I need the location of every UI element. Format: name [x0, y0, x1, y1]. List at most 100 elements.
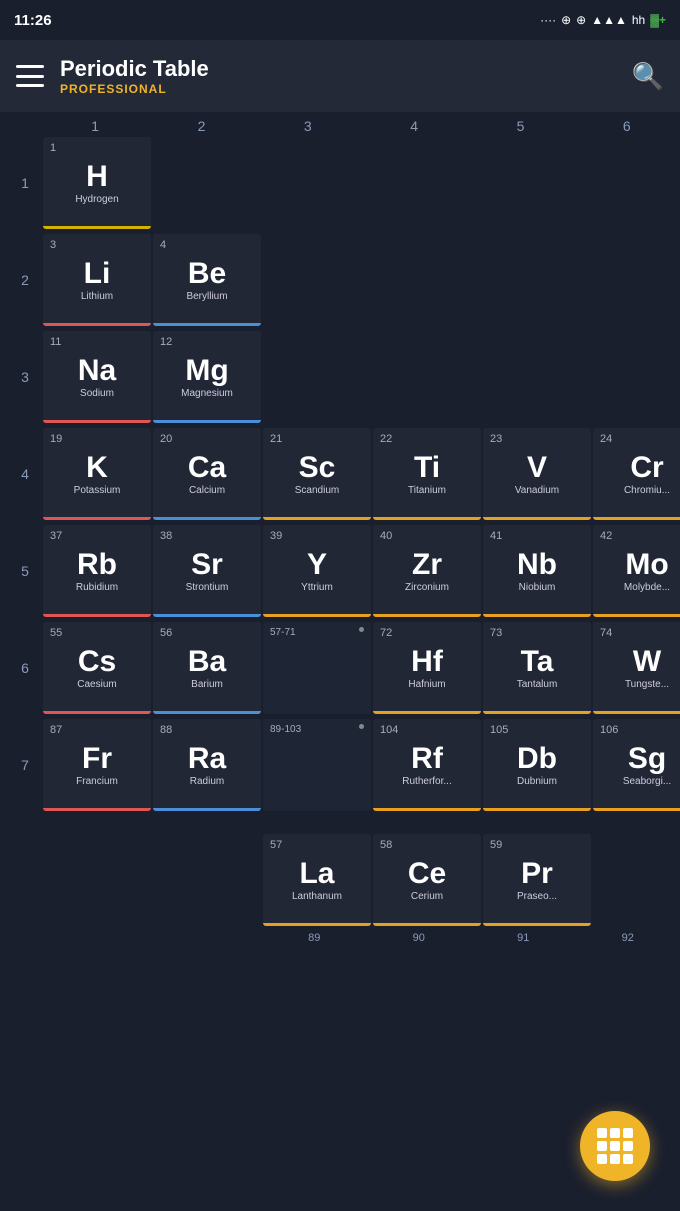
col-header-1: 1: [42, 118, 148, 134]
fab-dot-4: [597, 1141, 607, 1151]
element-symbol-Na: Na: [78, 356, 116, 386]
element-symbol-Cs: Cs: [78, 647, 116, 677]
element-underline-Sc: [263, 517, 371, 520]
element-num-Ba: 56: [160, 627, 172, 639]
range-89-103[interactable]: 89-103: [263, 719, 371, 811]
periodic-table: 1 1 H Hydrogen 2 3 Li Lithium 4 Be Beryl…: [0, 136, 680, 953]
element-symbol-Ra: Ra: [188, 744, 226, 774]
element-Pr[interactable]: 59 Pr Praseo...: [483, 834, 591, 926]
element-num-Pr: 59: [490, 839, 502, 851]
element-name-H: Hydrogen: [75, 194, 118, 205]
element-W[interactable]: 74 W Tungste...: [593, 622, 680, 714]
element-underline-Li: [43, 323, 151, 326]
element-num-Li: 3: [50, 239, 56, 251]
alarm-icon: ⊕: [561, 13, 571, 27]
element-Db[interactable]: 105 Db Dubnium: [483, 719, 591, 811]
element-Mg[interactable]: 12 Mg Magnesium: [153, 331, 261, 423]
column-headers: 1 2 3 4 5 6: [0, 112, 680, 134]
element-num-Mg: 12: [160, 336, 172, 348]
element-Sr[interactable]: 38 Sr Strontium: [153, 525, 261, 617]
element-V[interactable]: 23 V Vanadium: [483, 428, 591, 520]
element-name-Ba: Barium: [191, 679, 223, 690]
element-Sc[interactable]: 21 Sc Scandium: [263, 428, 371, 520]
element-Ce[interactable]: 58 Ce Cerium: [373, 834, 481, 926]
status-bar: 11:26 ···· ⊕ ⊕ ▲▲▲ hh ▓+: [0, 0, 680, 40]
element-symbol-Mo: Mo: [625, 550, 668, 580]
header-title-block: Periodic Table PROFESSIONAL: [60, 56, 209, 96]
element-symbol-Ti: Ti: [414, 453, 440, 483]
hamburger-menu-button[interactable]: [16, 65, 44, 87]
col-header-4: 4: [361, 118, 467, 134]
element-Ta[interactable]: 73 Ta Tantalum: [483, 622, 591, 714]
element-Nb[interactable]: 41 Nb Niobium: [483, 525, 591, 617]
element-Ti[interactable]: 22 Ti Titanium: [373, 428, 481, 520]
element-name-Nb: Niobium: [519, 582, 556, 593]
element-name-Cs: Caesium: [77, 679, 116, 690]
element-Ra[interactable]: 88 Ra Radium: [153, 719, 261, 811]
spacer-lanthanide-1: [43, 834, 151, 926]
element-symbol-Fr: Fr: [82, 744, 112, 774]
element-symbol-W: W: [633, 647, 661, 677]
element-H[interactable]: 1 H Hydrogen: [43, 137, 151, 229]
element-Fr[interactable]: 87 Fr Francium: [43, 719, 151, 811]
element-Ca[interactable]: 20 Ca Calcium: [153, 428, 261, 520]
element-Rb[interactable]: 37 Rb Rubidium: [43, 525, 151, 617]
element-Hf[interactable]: 72 Hf Hafnium: [373, 622, 481, 714]
element-Na[interactable]: 11 Na Sodium: [43, 331, 151, 423]
element-num-Hf: 72: [380, 627, 392, 639]
element-name-K: Potassium: [74, 485, 121, 496]
element-num-V: 23: [490, 433, 502, 445]
actinide-num-91: 91: [471, 932, 576, 952]
element-La[interactable]: 57 La Lanthanum: [263, 834, 371, 926]
element-num-Sr: 38: [160, 530, 172, 542]
element-underline-Hf: [373, 711, 481, 714]
app-title: Periodic Table: [60, 56, 209, 82]
element-underline-Sg: [593, 808, 680, 811]
element-underline-Cs: [43, 711, 151, 714]
element-symbol-Sc: Sc: [299, 453, 336, 483]
search-button[interactable]: 🔍: [632, 61, 664, 92]
element-Zr[interactable]: 40 Zr Zirconium: [373, 525, 481, 617]
element-name-Y: Yttrium: [301, 582, 333, 593]
element-Cs[interactable]: 55 Cs Caesium: [43, 622, 151, 714]
col-header-3: 3: [255, 118, 361, 134]
element-Mo[interactable]: 42 Mo Molybde...: [593, 525, 680, 617]
fab-dot-6: [623, 1141, 633, 1151]
element-Ba[interactable]: 56 Ba Barium: [153, 622, 261, 714]
element-symbol-V: V: [527, 453, 547, 483]
element-symbol-H: H: [86, 162, 108, 192]
element-underline-Rb: [43, 614, 151, 617]
element-underline-Ce: [373, 923, 481, 926]
col-header-2: 2: [148, 118, 254, 134]
range-57-71[interactable]: 57-71: [263, 622, 371, 714]
element-num-Cs: 55: [50, 627, 62, 639]
element-Be[interactable]: 4 Be Beryllium: [153, 234, 261, 326]
fab-grid-button[interactable]: [580, 1111, 650, 1181]
element-num-Sc: 21: [270, 433, 282, 445]
element-underline-W: [593, 711, 680, 714]
element-symbol-Ta: Ta: [521, 647, 554, 677]
element-num-Y: 39: [270, 530, 282, 542]
element-symbol-K: K: [86, 453, 108, 483]
row-num-1: 1: [8, 175, 42, 191]
range-num-89-103: 89-103: [270, 724, 301, 735]
element-symbol-Db: Db: [517, 744, 557, 774]
element-num-Cr: 24: [600, 433, 612, 445]
element-Y[interactable]: 39 Y Yttrium: [263, 525, 371, 617]
element-underline-H: [43, 226, 151, 229]
row-num-2: 2: [8, 272, 42, 288]
element-name-Fr: Francium: [76, 776, 118, 787]
element-Li[interactable]: 3 Li Lithium: [43, 234, 151, 326]
element-Cr[interactable]: 24 Cr Chromiu...: [593, 428, 680, 520]
element-num-Rf: 104: [380, 724, 398, 736]
app-subtitle: PROFESSIONAL: [60, 82, 209, 96]
element-Rf[interactable]: 104 Rf Rutherfor...: [373, 719, 481, 811]
element-num-Mo: 42: [600, 530, 612, 542]
element-K[interactable]: 19 K Potassium: [43, 428, 151, 520]
element-Sg[interactable]: 106 Sg Seaborgi...: [593, 719, 680, 811]
fab-dot-9: [623, 1154, 633, 1164]
element-underline-Na: [43, 420, 151, 423]
fab-dot-7: [597, 1154, 607, 1164]
actinide-num-90: 90: [367, 932, 472, 952]
range-num-57-71: 57-71: [270, 627, 296, 638]
